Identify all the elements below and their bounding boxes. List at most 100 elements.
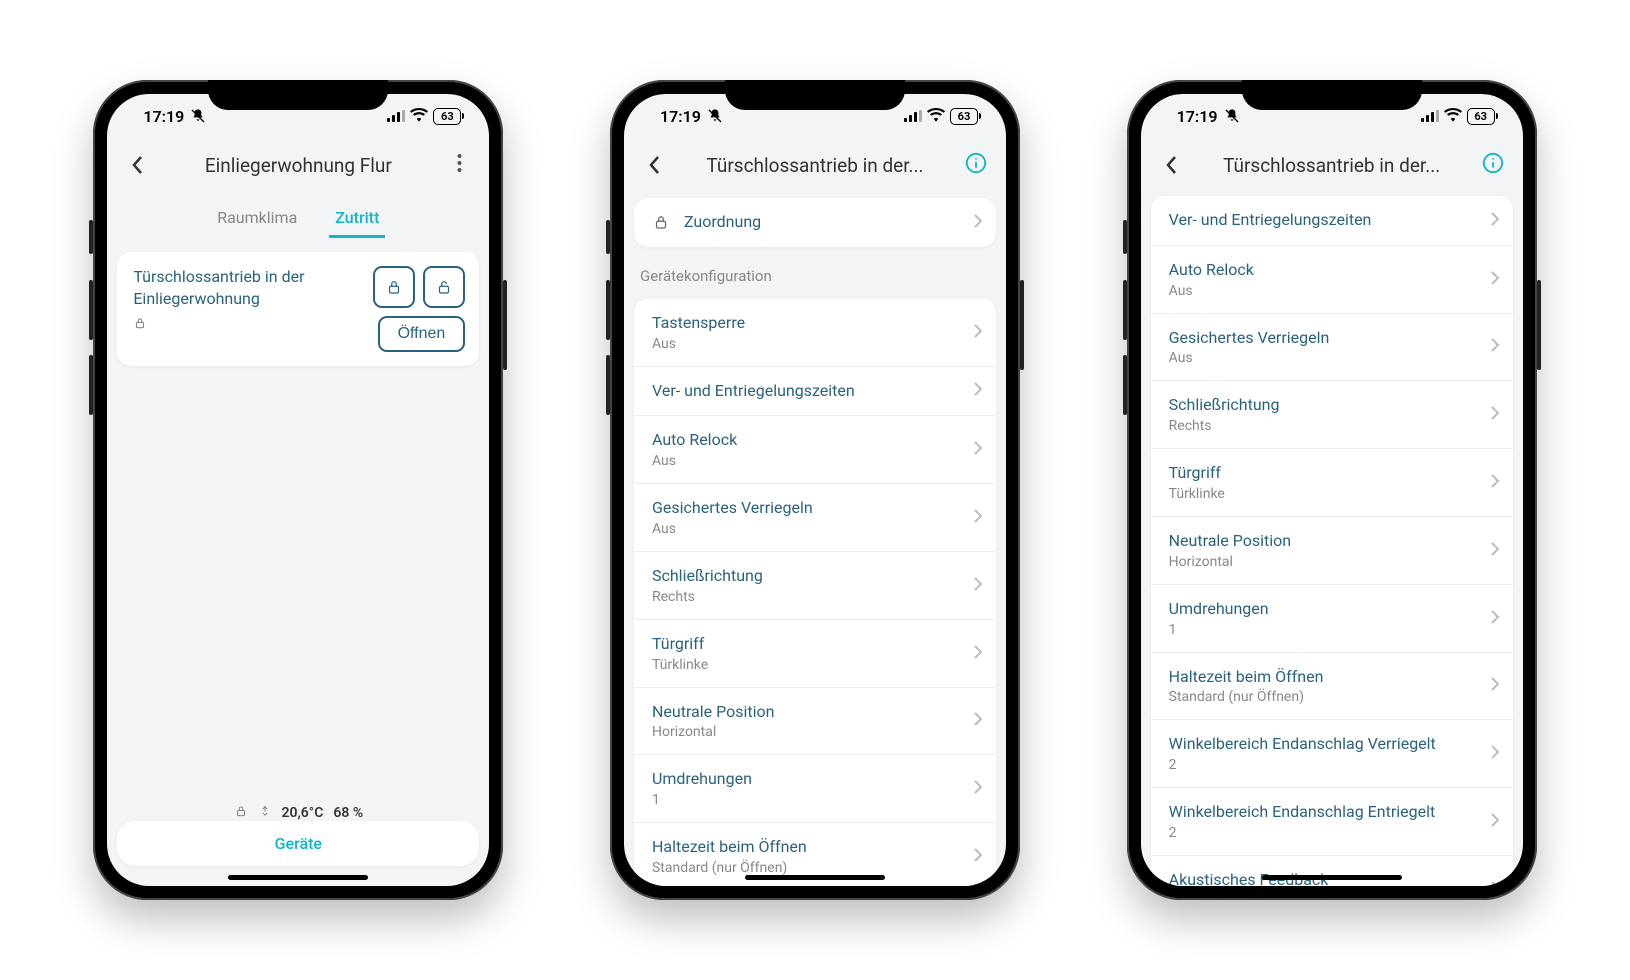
- status-bar: 17:19 63: [624, 94, 1006, 138]
- list-item-title: Umdrehungen: [652, 769, 974, 790]
- list-item-subtitle: Horizontal: [1169, 554, 1491, 570]
- list-item[interactable]: Umdrehungen 1: [634, 755, 996, 823]
- list-item-subtitle: Standard (nur Öffnen): [1169, 689, 1491, 705]
- wifi-icon: [927, 107, 945, 126]
- tab-zutritt[interactable]: Zutritt: [329, 200, 385, 238]
- list-item-subtitle: Rechts: [1169, 418, 1491, 434]
- list-item-subtitle: 2: [1169, 825, 1491, 841]
- nav-header: Türschlossantrieb in der...: [624, 138, 1006, 192]
- cellular-icon: [387, 110, 405, 122]
- list-item-title: Neutrale Position: [1169, 531, 1491, 552]
- list-item-title: Ver- und Entriegelungszeiten: [1169, 210, 1491, 231]
- list-item-subtitle: Aus: [1169, 350, 1491, 366]
- info-button[interactable]: [1475, 147, 1511, 183]
- list-item[interactable]: Winkelbereich Endanschlag Verriegelt2: [1151, 720, 1513, 788]
- list-item[interactable]: Neutrale Position Horizontal: [1151, 517, 1513, 585]
- silent-icon: [1224, 108, 1240, 124]
- list-item[interactable]: Gesichertes VerriegelnAus: [1151, 314, 1513, 382]
- temperature: 20,6°C: [282, 805, 324, 821]
- home-indicator[interactable]: [1262, 875, 1402, 880]
- home-indicator[interactable]: [228, 875, 368, 880]
- list-item[interactable]: TastensperreAus: [634, 299, 996, 367]
- list-item-title: Gesichertes Verriegeln: [1169, 328, 1491, 349]
- list-item[interactable]: Ver- und Entriegelungszeiten: [1151, 196, 1513, 246]
- chevron-right-icon: [1491, 211, 1499, 230]
- chevron-right-icon: [1491, 337, 1499, 356]
- back-button[interactable]: [1153, 147, 1189, 183]
- list-item[interactable]: TürgriffTürklinke: [1151, 449, 1513, 517]
- list-item-title: Umdrehungen: [1169, 599, 1491, 620]
- lock-status-icon: [234, 804, 248, 822]
- list-item-subtitle: Türklinke: [1169, 486, 1491, 502]
- chevron-right-icon: [974, 779, 982, 798]
- room-status: 20,6°C 68 %: [117, 804, 479, 822]
- open-button[interactable]: Öffnen: [378, 316, 466, 352]
- list-item-subtitle: 1: [652, 792, 974, 808]
- chevron-right-icon: [1491, 744, 1499, 763]
- list-item[interactable]: Auto RelockAus: [634, 416, 996, 484]
- list-item[interactable]: Türgriff Türklinke: [634, 620, 996, 688]
- list-item[interactable]: Neutrale PositionHorizontal: [634, 688, 996, 756]
- list-item[interactable]: Gesichertes Verriegeln Aus: [634, 484, 996, 552]
- chevron-right-icon: [1491, 880, 1499, 886]
- chevron-right-icon: [1491, 609, 1499, 628]
- chevron-right-icon: [1491, 473, 1499, 492]
- devices-button[interactable]: Geräte: [117, 821, 479, 866]
- chevron-right-icon: [1491, 812, 1499, 831]
- home-indicator[interactable]: [745, 875, 885, 880]
- list-item-subtitle: 2: [1169, 757, 1491, 773]
- list-item-title: Türgriff: [652, 634, 974, 655]
- chevron-right-icon: [1491, 270, 1499, 289]
- list-item-subtitle: Aus: [1169, 283, 1491, 299]
- list-item-title: Zuordnung: [684, 212, 974, 233]
- status-time: 17:19: [1177, 107, 1218, 126]
- list-item-subtitle: Aus: [652, 453, 974, 469]
- cellular-icon: [1421, 110, 1439, 122]
- lock-icon: [652, 213, 670, 231]
- status-time: 17:19: [143, 107, 184, 126]
- list-item[interactable]: Haltezeit beim ÖffnenStandard (nur Öffne…: [1151, 653, 1513, 721]
- list-item[interactable]: Winkelbereich Endanschlag Entriegelt2: [1151, 788, 1513, 856]
- list-item[interactable]: Umdrehungen1: [1151, 585, 1513, 653]
- cellular-icon: [904, 110, 922, 122]
- chevron-right-icon: [974, 508, 982, 527]
- chevron-right-icon: [1491, 676, 1499, 695]
- battery-icon: 63: [950, 108, 978, 125]
- back-button[interactable]: [119, 147, 155, 183]
- list-item[interactable]: SchließrichtungRechts: [634, 552, 996, 620]
- list-item-subtitle: Türklinke: [652, 657, 974, 673]
- list-item-title: Haltezeit beim Öffnen: [1169, 667, 1491, 688]
- list-item-subtitle: Aus: [652, 521, 974, 537]
- list-item-title: Schließrichtung: [1169, 395, 1491, 416]
- silent-icon: [190, 108, 206, 124]
- unlock-button[interactable]: [423, 266, 465, 308]
- lock-button[interactable]: [373, 266, 415, 308]
- phone-mockup-1: 17:19 63 Einliegerwohnung Flur Raumklima: [93, 80, 503, 900]
- chevron-right-icon: [1491, 405, 1499, 424]
- list-item[interactable]: Auto RelockAus: [1151, 246, 1513, 314]
- chevron-right-icon: [974, 213, 982, 232]
- list-item-title: Gesichertes Verriegeln: [652, 498, 974, 519]
- chevron-right-icon: [974, 440, 982, 459]
- status-bar: 17:19 63: [107, 94, 489, 138]
- tabs: Raumklima Zutritt: [107, 192, 489, 238]
- info-button[interactable]: [958, 147, 994, 183]
- list-item[interactable]: Ver- und Entriegelungszeiten: [634, 367, 996, 417]
- status-bar: 17:19 63: [1141, 94, 1523, 138]
- chevron-right-icon: [974, 576, 982, 595]
- list-item-assignment[interactable]: Zuordnung: [634, 198, 996, 247]
- page-title: Türschlossantrieb in der...: [672, 154, 958, 177]
- chevron-right-icon: [974, 711, 982, 730]
- list-item-title: Ver- und Entriegelungszeiten: [652, 381, 974, 402]
- device-card[interactable]: Türschlossantrieb in der Einliegerwohnun…: [117, 252, 479, 366]
- lock-icon: [133, 315, 361, 334]
- list-item-subtitle: Rechts: [652, 589, 974, 605]
- tab-raumklima[interactable]: Raumklima: [211, 200, 303, 238]
- list-item[interactable]: Schließrichtung Rechts: [1151, 381, 1513, 449]
- back-button[interactable]: [636, 147, 672, 183]
- list-item[interactable]: Akustisches FeedbackAus: [1151, 856, 1513, 886]
- chevron-right-icon: [974, 847, 982, 866]
- chevron-right-icon: [974, 323, 982, 342]
- page-title: Einliegerwohnung Flur: [155, 154, 441, 177]
- more-menu-button[interactable]: [441, 147, 477, 183]
